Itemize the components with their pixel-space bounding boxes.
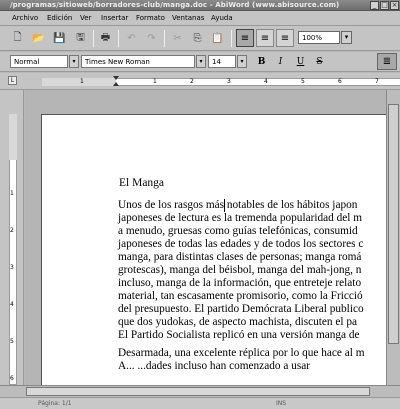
- document-line: grotescas), manga del béisbol, manga del…: [118, 264, 362, 276]
- document-line: A... ...dades incluso han comenzado a us…: [118, 360, 310, 372]
- horizontal-ruler[interactable]: L 1 1 2 3 4 5 6 7: [0, 73, 400, 90]
- ruler-number: 4: [10, 301, 14, 308]
- document-canvas[interactable]: El Manga Unos de los rasgos más notables…: [25, 90, 400, 385]
- window-title: /programas/sitioweb/borradores-club/mang…: [10, 1, 340, 9]
- maximize-button[interactable]: □: [380, 1, 389, 10]
- redo-icon[interactable]: ↷: [144, 31, 159, 46]
- copy-icon[interactable]: ⎘: [190, 31, 205, 46]
- menu-bar: Archivo Edición Ver Insertar Formato Ven…: [0, 11, 400, 26]
- ruler-number: 1: [10, 190, 14, 197]
- vertical-scroll-thumb[interactable]: [388, 104, 399, 344]
- main-toolbar: 🗋 📂 💾 🖫 🖶 ↶ ↷ ✂ ⎘ 📋 ≡ ≡ ≡ 100% ▾: [0, 26, 400, 51]
- ruler-margin: [42, 78, 116, 86]
- italic-button[interactable]: I: [273, 55, 288, 69]
- ruler-number: 4: [264, 78, 268, 85]
- menu-insertar[interactable]: Insertar: [101, 14, 128, 22]
- ruler-number: 5: [301, 78, 305, 85]
- document-line: del presupuesto. El partido Demócrata Li…: [118, 303, 364, 315]
- vertical-ruler-margin: [9, 114, 17, 160]
- ruler-number: 6: [10, 375, 14, 382]
- document-line: material, tan escasamente promisorio, co…: [118, 290, 363, 302]
- document-line: que dos yudokas, de aspecto machista, di…: [118, 316, 358, 328]
- document-page[interactable]: El Manga Unos de los rasgos más notables…: [41, 114, 400, 385]
- menu-ver[interactable]: Ver: [80, 14, 91, 22]
- paste-icon[interactable]: 📋: [210, 31, 225, 46]
- ruler-number: 5: [10, 338, 14, 345]
- cut-icon[interactable]: ✂: [170, 31, 185, 46]
- ruler-number: 2: [190, 78, 194, 85]
- ruler-number: 7: [375, 78, 379, 85]
- status-mode: INS: [276, 400, 287, 407]
- toolbar-separator: [118, 30, 119, 47]
- style-dropdown-icon[interactable]: ▾: [69, 55, 79, 68]
- strikethrough-button[interactable]: S: [312, 55, 327, 69]
- zoom-dropdown-icon[interactable]: ▾: [341, 31, 352, 44]
- toolbar-separator: [231, 30, 232, 47]
- close-button[interactable]: ×: [390, 1, 399, 10]
- toolbar-separator: [93, 30, 94, 47]
- document-line: japoneses de todas las edades y de todos…: [118, 238, 364, 250]
- underline-button[interactable]: U: [293, 55, 308, 69]
- vertical-ruler[interactable]: 1 2 3 4 5 6: [0, 90, 24, 385]
- align-center-icon[interactable]: ≡: [256, 29, 274, 47]
- font-size-select[interactable]: 14: [208, 55, 236, 68]
- document-line: Unos de los rasgos más notables de los h…: [118, 199, 358, 211]
- document-line: incluso, manga de la información, que en…: [118, 277, 362, 289]
- format-toolbar: Normal ▾ Times New Roman ▾ 14 ▾ B I U S …: [0, 52, 400, 72]
- document-line: manga, para distintas clases de personas…: [118, 251, 362, 263]
- zoom-input[interactable]: 100%: [298, 31, 340, 44]
- menu-ventanas[interactable]: Ventanas: [172, 14, 204, 22]
- first-line-indent-marker[interactable]: [113, 76, 119, 80]
- horizontal-scroll-thumb[interactable]: [26, 387, 370, 396]
- save-icon[interactable]: 💾: [52, 31, 67, 46]
- document-line: a menudo, gruesas como guías telefónicas…: [118, 225, 358, 237]
- ruler-number: 1: [80, 78, 84, 85]
- open-folder-icon[interactable]: 📂: [31, 31, 46, 46]
- document-heading: El Manga: [119, 177, 165, 189]
- menu-edicion[interactable]: Edición: [47, 14, 72, 22]
- ruler-number: 3: [227, 78, 231, 85]
- ruler-number: 2: [10, 227, 14, 234]
- menu-ayuda[interactable]: Ayuda: [211, 14, 233, 22]
- left-indent-marker[interactable]: [113, 82, 119, 86]
- status-page: Página: 1/1: [38, 400, 72, 407]
- minimize-button[interactable]: _: [370, 1, 379, 10]
- document-line: Desarmada, una excelente réplica por lo …: [118, 347, 365, 359]
- bold-button[interactable]: B: [254, 55, 269, 69]
- font-dropdown-icon[interactable]: ▾: [196, 55, 206, 68]
- align-right-icon[interactable]: ≡: [276, 29, 294, 47]
- save-as-icon[interactable]: 🖫: [73, 31, 88, 46]
- document-line: japoneses de lectura es la tremenda popu…: [118, 212, 363, 224]
- horizontal-scrollbar[interactable]: [0, 385, 400, 397]
- ruler-number: 3: [10, 264, 14, 271]
- status-bar: Página: 1/1 INS: [0, 397, 400, 409]
- align-left-icon[interactable]: ≡: [236, 29, 254, 47]
- ruler-number: 6: [338, 78, 342, 85]
- new-document-icon[interactable]: 🗋: [10, 31, 25, 46]
- print-icon[interactable]: 🖶: [98, 31, 113, 46]
- undo-icon[interactable]: ↶: [124, 31, 139, 46]
- style-select[interactable]: Normal: [10, 55, 68, 68]
- text-cursor: [224, 199, 225, 212]
- paragraph-align-icon[interactable]: ≣: [377, 53, 397, 70]
- font-size-dropdown-icon[interactable]: ▾: [237, 55, 247, 68]
- document-line: El Partido Socialista replicó en una ver…: [118, 329, 360, 341]
- toolbar-separator: [164, 30, 165, 47]
- title-bar: /programas/sitioweb/borradores-club/mang…: [0, 0, 400, 11]
- menu-formato[interactable]: Formato: [136, 14, 165, 22]
- font-select[interactable]: Times New Roman: [81, 55, 195, 68]
- vertical-scrollbar[interactable]: [386, 90, 400, 385]
- ruler-number: 1: [153, 78, 157, 85]
- tab-stop-icon[interactable]: L: [8, 76, 17, 85]
- menu-archivo[interactable]: Archivo: [12, 14, 38, 22]
